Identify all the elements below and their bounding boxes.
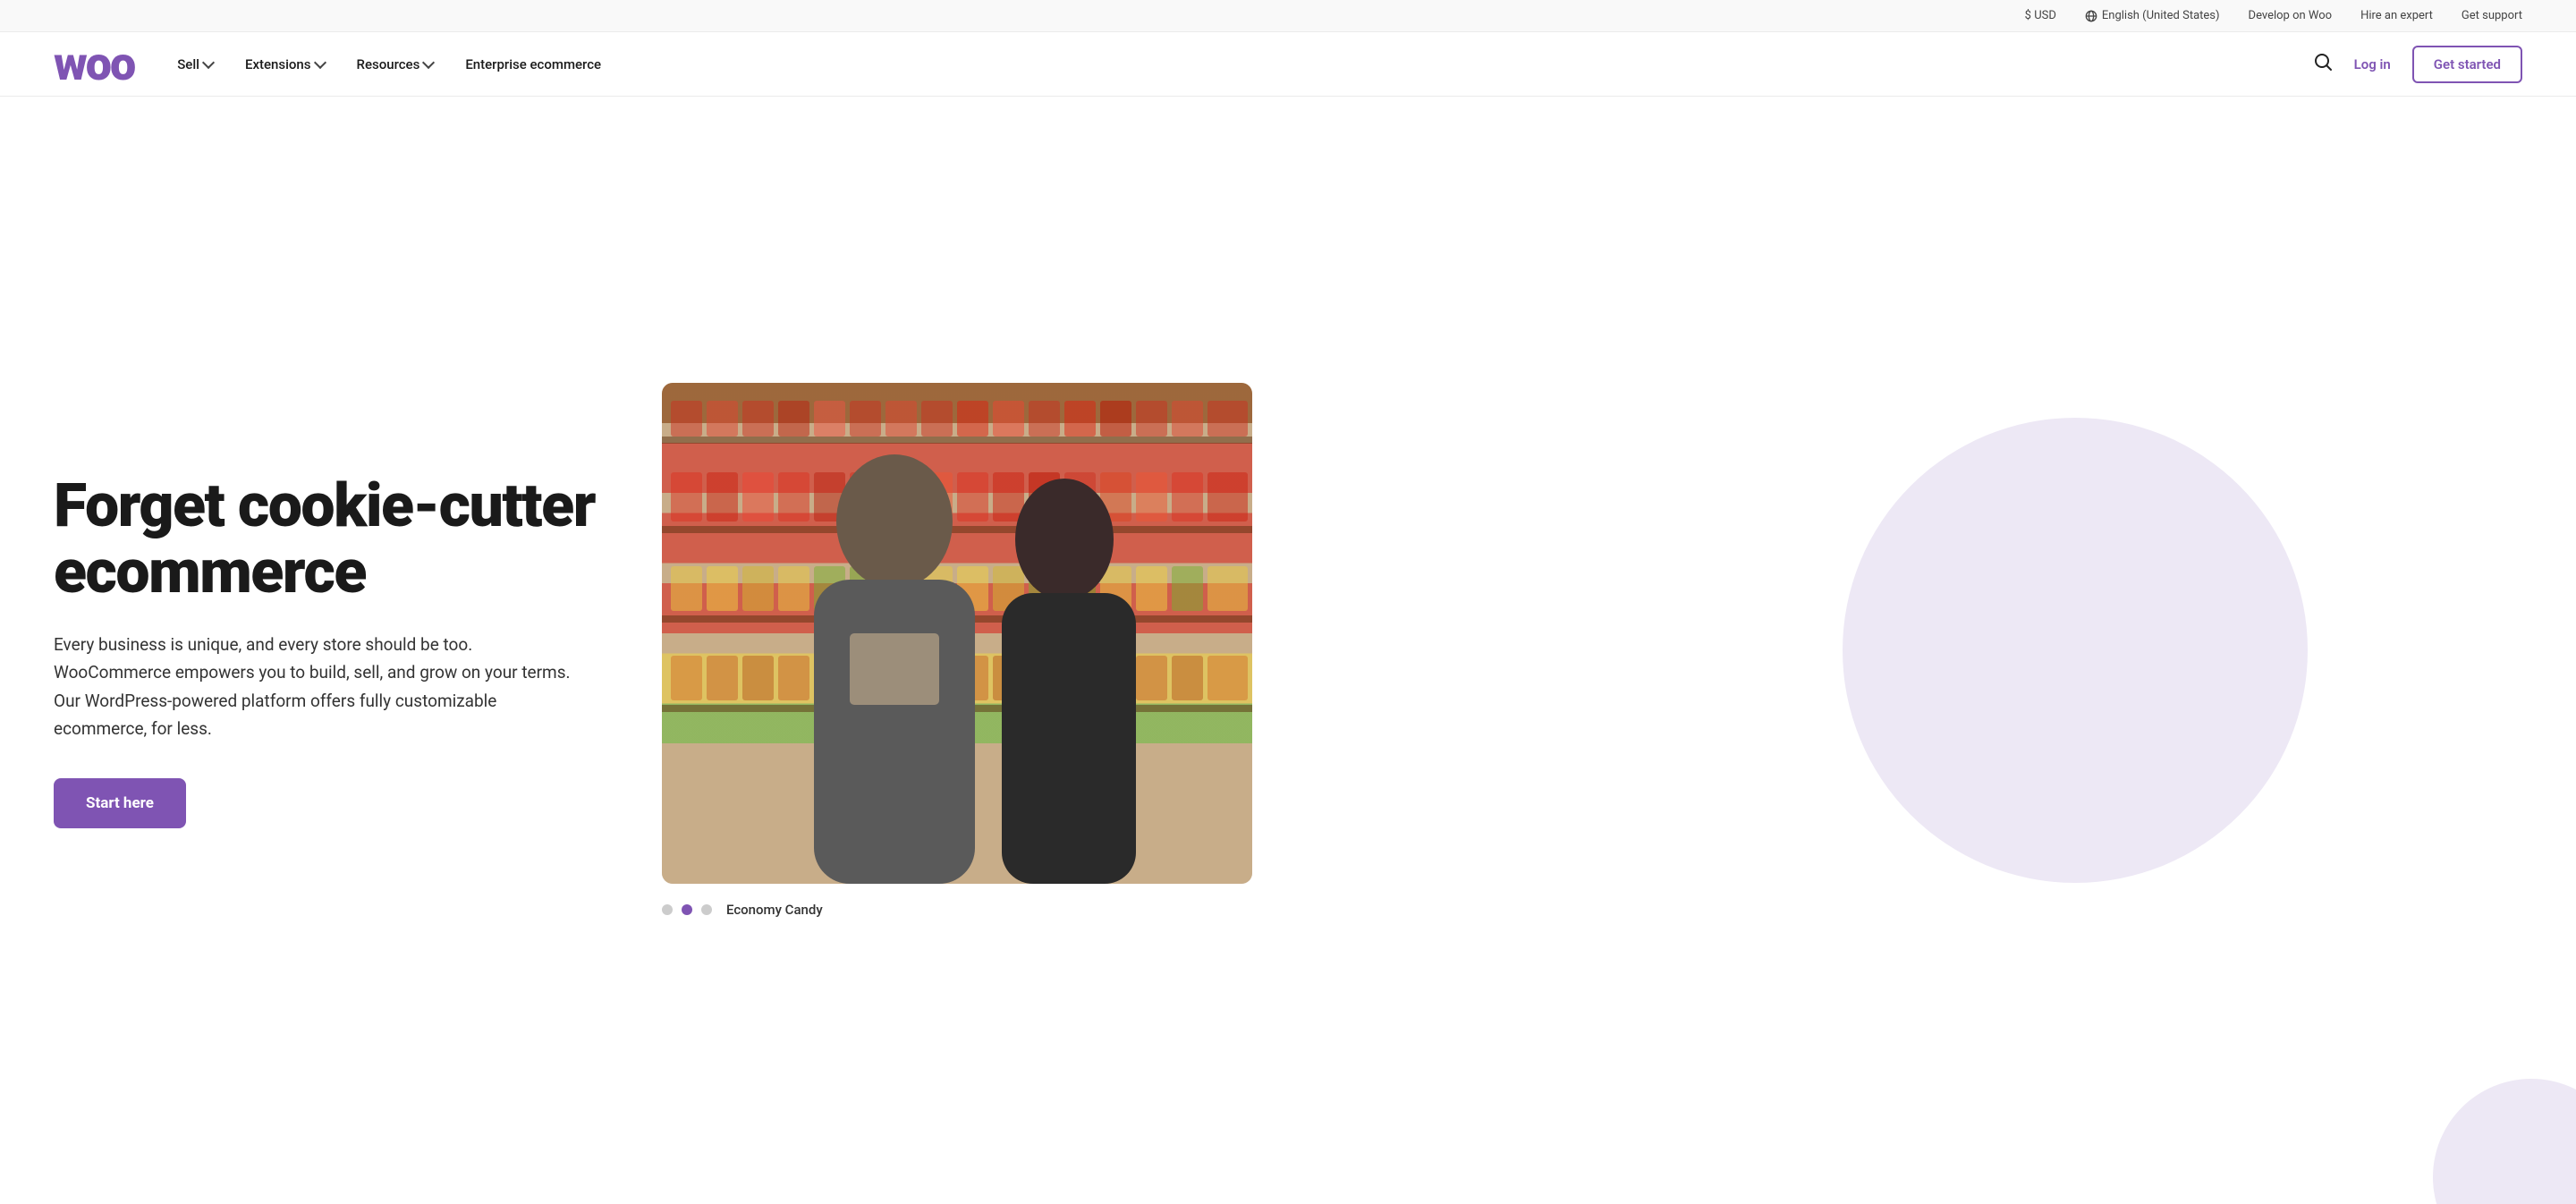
nav-item-enterprise[interactable]: Enterprise ecommerce bbox=[465, 56, 601, 72]
carousel-dot-3[interactable] bbox=[701, 904, 712, 915]
carousel-dot-1[interactable] bbox=[662, 904, 673, 915]
logo[interactable]: woo bbox=[54, 41, 134, 88]
hero-title: Forget cookie-cutter ecommerce bbox=[54, 472, 662, 606]
utility-bar: $ USD English (United States) Develop on… bbox=[0, 0, 2576, 32]
hero-section: Forget cookie-cutter ecommerce Every bus… bbox=[0, 97, 2576, 1204]
globe-icon bbox=[2085, 10, 2097, 22]
currency-selector[interactable]: $ USD bbox=[2025, 9, 2056, 22]
nav-enterprise-label: Enterprise ecommerce bbox=[465, 56, 601, 72]
nav-links: Sell Extensions Resources Enterprise eco… bbox=[177, 56, 601, 72]
navbar: woo Sell Extensions Resources Enterprise… bbox=[0, 32, 2576, 97]
login-button[interactable]: Log in bbox=[2354, 56, 2391, 72]
language-label: English (United States) bbox=[2102, 9, 2220, 22]
get-support-link[interactable]: Get support bbox=[2462, 9, 2522, 22]
navbar-right: Log in Get started bbox=[2313, 46, 2522, 83]
search-icon[interactable] bbox=[2313, 52, 2333, 76]
hero-image bbox=[662, 383, 1252, 884]
chevron-down-icon bbox=[202, 56, 215, 69]
navbar-left: woo Sell Extensions Resources Enterprise… bbox=[54, 41, 601, 88]
develop-link[interactable]: Develop on Woo bbox=[2249, 9, 2333, 22]
carousel-dot-2[interactable] bbox=[682, 904, 692, 915]
nav-item-extensions[interactable]: Extensions bbox=[245, 56, 325, 72]
hero-image-wrap: Economy Candy bbox=[662, 383, 1252, 918]
nav-extensions-label: Extensions bbox=[245, 56, 311, 72]
language-selector[interactable]: English (United States) bbox=[2085, 9, 2220, 22]
people-overlay bbox=[662, 383, 1252, 884]
chevron-down-icon bbox=[422, 56, 435, 69]
nav-sell-label: Sell bbox=[177, 56, 199, 72]
hire-expert-link[interactable]: Hire an expert bbox=[2360, 9, 2433, 22]
carousel-section: Economy Candy bbox=[662, 902, 1252, 918]
carousel-label: Economy Candy bbox=[726, 902, 823, 918]
get-started-button[interactable]: Get started bbox=[2412, 46, 2522, 83]
logo-text: woo bbox=[54, 41, 134, 88]
hero-content: Forget cookie-cutter ecommerce Every bus… bbox=[54, 472, 662, 829]
hero-description: Every business is unique, and every stor… bbox=[54, 631, 572, 742]
nav-item-resources[interactable]: Resources bbox=[357, 56, 434, 72]
nav-item-sell[interactable]: Sell bbox=[177, 56, 213, 72]
start-here-button[interactable]: Start here bbox=[54, 778, 186, 828]
chevron-down-icon bbox=[313, 56, 326, 69]
nav-resources-label: Resources bbox=[357, 56, 420, 72]
hero-blob-decoration bbox=[2433, 1079, 2576, 1204]
